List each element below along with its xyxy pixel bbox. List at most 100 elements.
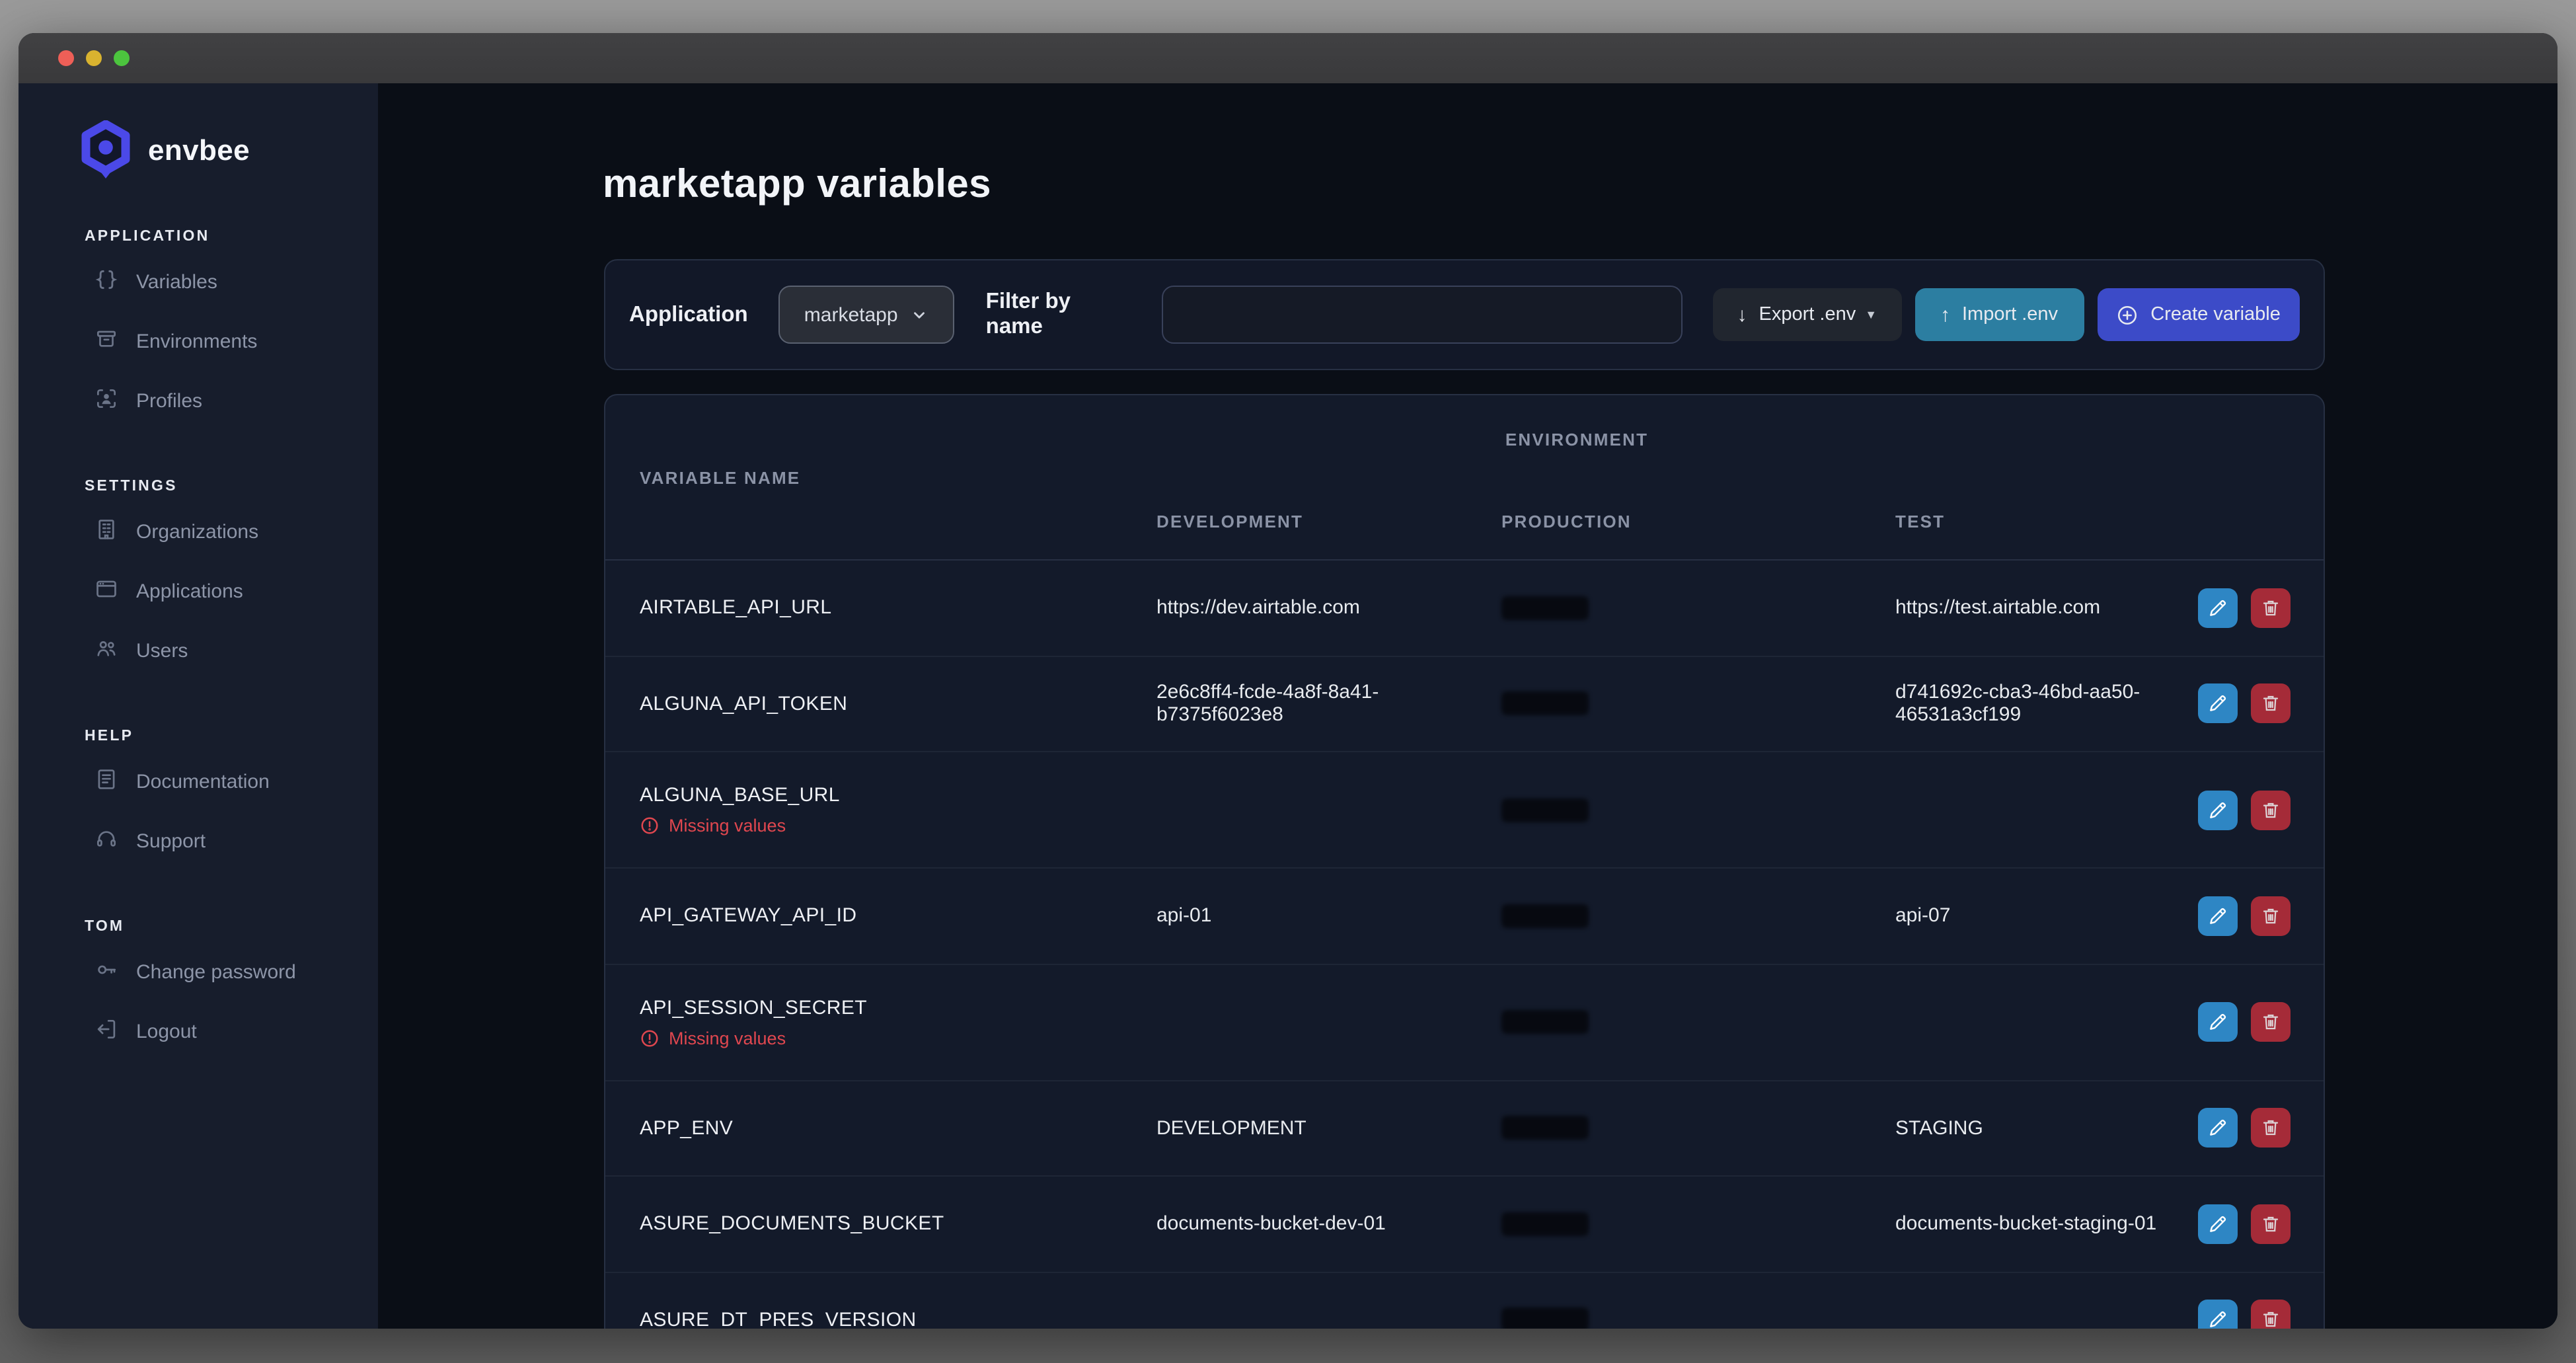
delete-variable-button[interactable] — [2251, 1204, 2291, 1244]
sidebar-item-logout[interactable]: Logout — [19, 1002, 378, 1062]
application-label: Application — [629, 302, 748, 327]
sidebar-section-label: HELP — [19, 728, 378, 752]
sidebar-section-settings: SETTINGSOrganizationsApplications Users — [19, 479, 378, 681]
delete-variable-button[interactable] — [2251, 1002, 2291, 1042]
headset-icon — [94, 826, 119, 857]
production-value-redacted — [1501, 692, 1895, 716]
export-env-button[interactable]: ↓ Export .env ▼ — [1713, 288, 1901, 341]
logo: envbee — [19, 83, 378, 181]
pencil-icon — [2207, 1118, 2228, 1139]
edit-variable-button[interactable] — [2198, 1204, 2238, 1244]
sidebar-section-application: APPLICATIONVariablesEnvironmentsProfiles — [19, 229, 378, 431]
delete-variable-button[interactable] — [2251, 1300, 2291, 1329]
zoom-window-button[interactable] — [114, 50, 130, 66]
filter-by-name-label: Filter by name — [986, 290, 1131, 340]
desktop-background: envbee APPLICATIONVariablesEnvironmentsP… — [0, 0, 2576, 1363]
trash-icon — [2260, 799, 2281, 820]
delete-variable-button[interactable] — [2251, 1109, 2291, 1148]
alert-circle-icon — [640, 816, 660, 836]
edit-variable-button[interactable] — [2198, 1109, 2238, 1148]
pencil-icon — [2207, 799, 2228, 820]
delete-variable-button[interactable] — [2251, 790, 2291, 830]
sidebar-item-environments[interactable]: Environments — [19, 312, 378, 371]
edit-variable-button[interactable] — [2198, 790, 2238, 830]
table-row: AIRTABLE_API_URL https://dev.airtable.co… — [605, 561, 2324, 656]
test-value: https://test.airtable.com — [1895, 597, 2198, 619]
edit-variable-button[interactable] — [2198, 896, 2238, 936]
sidebar: envbee APPLICATIONVariablesEnvironmentsP… — [19, 83, 378, 1329]
pencil-icon — [2207, 1309, 2228, 1329]
sidebar-item-variables[interactable]: Variables — [19, 253, 378, 312]
development-value: DEVELOPMENT — [1156, 1117, 1501, 1140]
edit-variable-button[interactable] — [2198, 588, 2238, 628]
pencil-icon — [2207, 598, 2228, 619]
logo-text: envbee — [148, 134, 250, 168]
col-header-test: TEST — [1895, 512, 2198, 531]
sidebar-section-label: SETTINGS — [19, 479, 378, 502]
sidebar-item-label: Change password — [136, 961, 296, 984]
trash-icon — [2260, 598, 2281, 619]
sidebar-item-support[interactable]: Support — [19, 812, 378, 871]
production-value-redacted — [1501, 1116, 1895, 1140]
development-value: api-01 — [1156, 905, 1501, 927]
alert-circle-icon — [640, 1028, 660, 1048]
test-value: STAGING — [1895, 1117, 2198, 1140]
table-header: ENVIRONMENT VARIABLE NAME DEVELOPMENT PR… — [605, 395, 2324, 561]
close-window-button[interactable] — [58, 50, 74, 66]
variable-name: ASURE_DOCUMENTS_BUCKET — [640, 1213, 1156, 1235]
application-select[interactable]: marketapp — [778, 286, 954, 344]
delete-variable-button[interactable] — [2251, 684, 2291, 724]
production-value-redacted — [1501, 904, 1895, 928]
import-env-button[interactable]: ↑ Import .env — [1914, 288, 2084, 341]
col-header-development: DEVELOPMENT — [1156, 512, 1501, 531]
edit-variable-button[interactable] — [2198, 1300, 2238, 1329]
sidebar-item-label: Support — [136, 830, 206, 853]
braces-icon — [94, 266, 119, 298]
app-window-icon — [94, 576, 119, 607]
users-icon — [94, 635, 119, 667]
trash-icon — [2260, 906, 2281, 927]
trash-icon — [2260, 693, 2281, 715]
table-body: AIRTABLE_API_URL https://dev.airtable.co… — [605, 561, 2324, 1329]
trash-icon — [2260, 1309, 2281, 1329]
col-header-production: PRODUCTION — [1501, 512, 1895, 531]
delete-variable-button[interactable] — [2251, 896, 2291, 936]
sidebar-item-change-password[interactable]: Change password — [19, 943, 378, 1002]
sidebar-item-label: Users — [136, 640, 188, 662]
variable-name: ASURE_DT_PRES_VERSION — [640, 1309, 1156, 1329]
production-value-redacted — [1501, 1212, 1895, 1236]
plus-circle-icon — [2116, 303, 2139, 326]
sidebar-section-label: TOM — [19, 919, 378, 943]
window-titlebar[interactable] — [19, 33, 2557, 83]
filter-input[interactable] — [1162, 286, 1682, 344]
edit-variable-button[interactable] — [2198, 684, 2238, 724]
table-row: API_SESSION_SECRET Missing values — [605, 964, 2324, 1081]
sidebar-item-users[interactable]: Users — [19, 621, 378, 681]
development-value: documents-bucket-dev-01 — [1156, 1213, 1501, 1235]
sidebar-item-applications[interactable]: Applications — [19, 562, 378, 621]
table-row: APP_ENV DEVELOPMENT STAGING — [605, 1081, 2324, 1177]
production-value-redacted — [1501, 798, 1895, 822]
production-value-redacted — [1501, 1308, 1895, 1329]
sidebar-item-organizations[interactable]: Organizations — [19, 502, 378, 562]
table-row: ASURE_DT_PRES_VERSION — [605, 1272, 2324, 1329]
create-variable-button[interactable]: Create variable — [2097, 288, 2300, 341]
caret-down-icon: ▼ — [1865, 308, 1877, 321]
edit-variable-button[interactable] — [2198, 1002, 2238, 1042]
pencil-icon — [2207, 693, 2228, 715]
envbee-logo-icon — [79, 120, 132, 181]
app-window: envbee APPLICATIONVariablesEnvironmentsP… — [19, 33, 2557, 1329]
trash-icon — [2260, 1011, 2281, 1032]
minimize-window-button[interactable] — [86, 50, 102, 66]
upload-arrow-icon: ↑ — [1940, 303, 1950, 326]
pencil-icon — [2207, 906, 2228, 927]
delete-variable-button[interactable] — [2251, 588, 2291, 628]
main-content: marketapp variables Application marketap… — [378, 83, 2557, 1329]
sidebar-item-profiles[interactable]: Profiles — [19, 371, 378, 431]
sidebar-item-documentation[interactable]: Documentation — [19, 752, 378, 812]
sidebar-section-tom: TOM Change password Logout — [19, 919, 378, 1062]
variable-name: API_SESSION_SECRET — [640, 996, 1156, 1019]
sidebar-item-label: Environments — [136, 331, 257, 353]
sidebar-item-label: Profiles — [136, 390, 202, 412]
production-value-redacted — [1501, 596, 1895, 620]
